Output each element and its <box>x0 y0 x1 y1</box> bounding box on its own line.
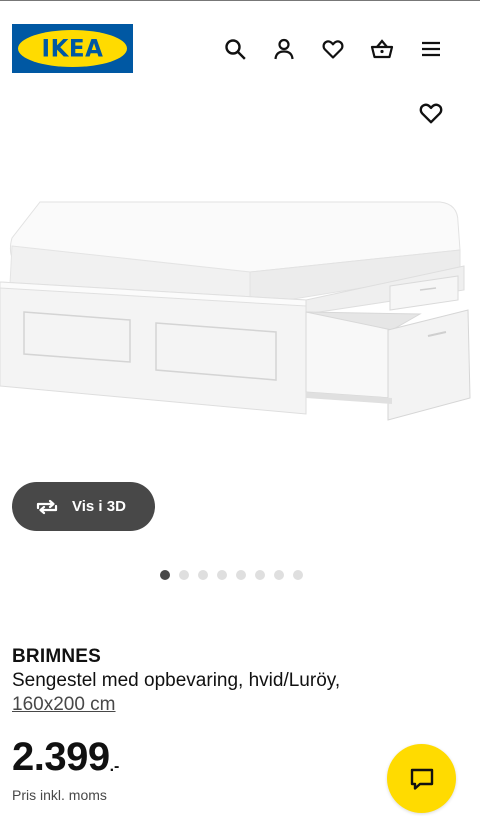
pagination-dot[interactable] <box>255 570 265 580</box>
price-note: Pris inkl. moms <box>12 787 107 803</box>
pagination-dot[interactable] <box>179 570 189 580</box>
logo-text: IKEA <box>41 34 104 63</box>
logo-oval: IKEA <box>18 30 127 67</box>
pagination-dot[interactable] <box>293 570 303 580</box>
pagination-dot[interactable] <box>160 570 170 580</box>
account-icon[interactable] <box>272 37 296 61</box>
site-header: IKEA <box>0 0 480 96</box>
basket-icon[interactable] <box>370 37 394 61</box>
pagination-dot[interactable] <box>198 570 208 580</box>
view-in-3d-label: Vis i 3D <box>72 498 126 515</box>
product-name: BRIMNES <box>12 646 102 667</box>
search-icon[interactable] <box>223 37 247 61</box>
product-price: 2.399 .- <box>12 734 119 780</box>
favourites-icon[interactable] <box>321 37 345 61</box>
price-value: 2.399 <box>12 735 110 779</box>
pagination-dot[interactable] <box>217 570 227 580</box>
product-description: Sengestel med opbevaring, hvid/Luröy, <box>12 670 341 691</box>
ikea-logo[interactable]: IKEA <box>12 24 133 73</box>
price-suffix: .- <box>109 758 120 775</box>
chat-icon <box>410 768 433 790</box>
product-image[interactable] <box>0 140 480 480</box>
pagination-dot[interactable] <box>236 570 246 580</box>
add-to-favourites-icon[interactable] <box>418 100 444 126</box>
image-pagination <box>160 570 303 580</box>
menu-icon[interactable] <box>419 37 443 61</box>
pagination-dot[interactable] <box>274 570 284 580</box>
rotate-3d-icon <box>36 499 58 514</box>
view-in-3d-button[interactable]: Vis i 3D <box>12 482 155 531</box>
chat-button[interactable] <box>387 744 456 813</box>
product-size-link[interactable]: 160x200 cm <box>12 694 116 716</box>
